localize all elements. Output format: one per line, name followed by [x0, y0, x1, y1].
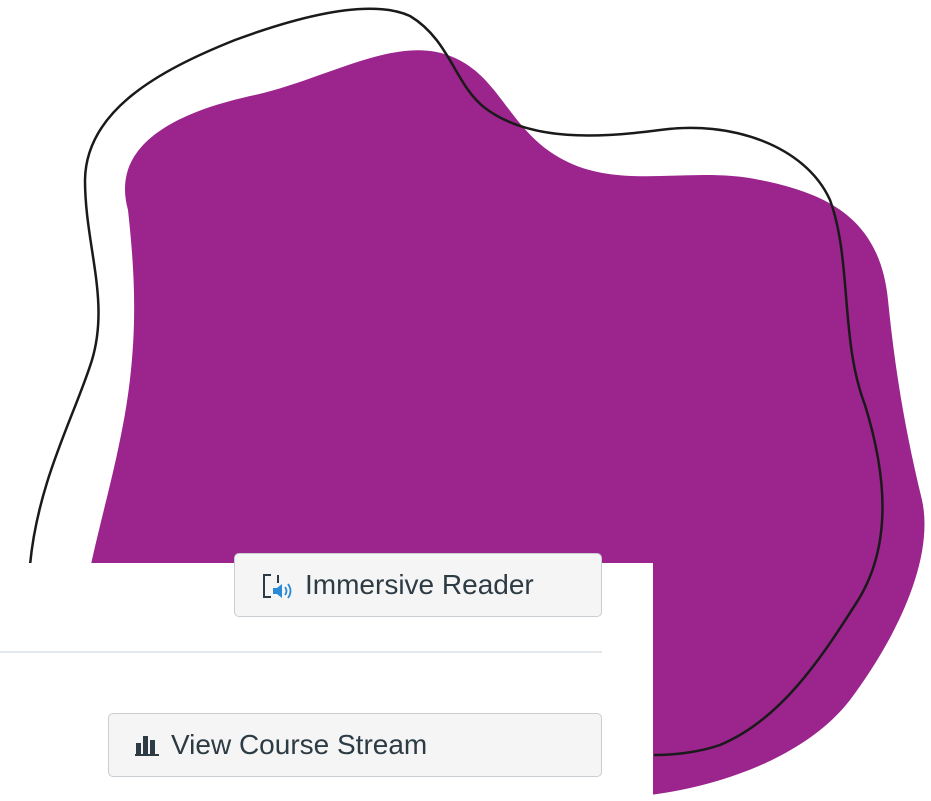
- view-course-stream-button[interactable]: View Course Stream: [108, 713, 602, 777]
- immersive-reader-label: Immersive Reader: [305, 569, 534, 600]
- bar-chart-icon: [135, 734, 161, 756]
- divider: [0, 651, 602, 653]
- course-home-panel: Immersive Reader View Course Stream: [0, 553, 653, 801]
- immersive-reader-button[interactable]: Immersive Reader: [234, 553, 602, 617]
- view-course-stream-label: View Course Stream: [171, 729, 428, 760]
- immersive-reader-icon: [261, 569, 295, 601]
